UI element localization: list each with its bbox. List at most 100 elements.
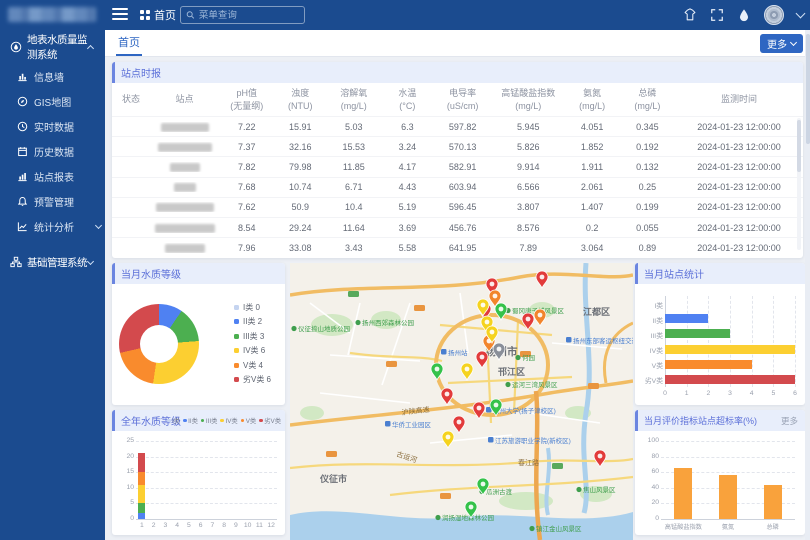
sidebar-group-surface-water-system[interactable]: 地表水质量监测系统 [0,30,105,64]
collapse-menu-icon[interactable] [112,8,128,21]
legend-item[interactable]: IV类 [220,416,237,425]
menu-search-input[interactable] [199,10,299,21]
dashboard-grid-icon [140,10,150,20]
sidebar-item-5[interactable]: 预警管理 [0,189,105,214]
map-label: 邗江区 [498,366,525,377]
legend-item[interactable]: IV类 6 [234,344,271,359]
water-drop-icon[interactable] [737,8,751,22]
cell-value: 33.08 [274,243,326,253]
table-scrollbar[interactable] [797,118,801,250]
sidebar-group-base-management[interactable]: 基础管理系统 [0,245,105,279]
fullscreen-icon[interactable] [710,8,724,22]
hbar-V类 [665,360,752,369]
table-row[interactable]: 7.6810.746.714.43603.946.5662.0610.25202… [112,177,803,197]
sidebar-item-4[interactable]: 站点报表 [0,164,105,189]
user-avatar[interactable] [764,5,784,25]
cell-value: 582.91 [433,162,492,172]
sidebar-item-2[interactable]: 实时数据 [0,114,105,139]
table-row[interactable]: 7.9633.083.435.58641.957.893.0640.892024… [112,237,803,257]
sidebar-item-6[interactable]: 统计分析 [0,214,105,239]
page-scrollbar[interactable] [805,30,810,540]
map-label: 扬州大学(扬子津校区) [493,406,556,415]
park-poi-icon [529,526,534,531]
cell-value: 603.94 [433,182,492,192]
table-row[interactable]: 7.8279.9811.854.17582.919.9141.9110.1322… [112,156,803,176]
tab-bar: 首页 更多 [105,30,810,57]
cell-value: 32.16 [274,142,326,152]
exceed-rate-plot: 020406080100高锰酸盐指数氨氮总磷 [661,441,795,519]
cell-value: 5.19 [381,202,433,212]
water-system-icon [10,41,22,53]
sidebar-item-label: 历史数据 [34,144,105,159]
cell-value: 5.826 [492,142,565,152]
clock-icon [17,121,28,132]
report-icon [17,171,28,182]
cell-value: 0.055 [620,223,675,233]
cell-value: 0.345 [620,122,675,132]
legend-item[interactable]: III类 3 [234,329,271,344]
city-map[interactable]: 扬州市江都区邗江区仪征市仪征捺山地质公园扬州西郊森林公园蜀冈唐子城风景区何园运河… [290,263,633,540]
cell-value: 2024-01-23 12:00:00 [675,142,803,152]
cell-value: 0.25 [620,182,675,192]
legend-item[interactable]: V类 [241,416,257,425]
cell-value: 11.64 [326,223,381,233]
collapse-chevron-up-icon [87,45,94,52]
main-content: 首页 更多 站点时报 状态站点pH值(无量纲)浊度(NTU)溶解氧(mg/L)水… [105,30,810,540]
cell-value: 4.17 [381,162,433,172]
table-row[interactable]: 7.3732.1615.533.24570.135.8261.8520.1922… [112,136,803,156]
rate-bar-高锰酸盐指数 [674,468,692,519]
map-label: 焦山风景区 [583,485,616,494]
chevron-down-icon [790,39,797,46]
sidebar-item-0[interactable]: 信息墙 [0,64,105,89]
site-name-redacted [170,163,200,172]
cell-value: 6.3 [381,122,433,132]
theme-skin-icon[interactable] [683,8,697,22]
sidebar-item-label: 站点报表 [34,169,105,184]
park-poi-icon [355,320,360,325]
monthly-grade-title: 当月水质等级 [121,266,181,281]
hbar-劣V类 [665,375,795,384]
table-row[interactable]: 7.2215.915.036.3597.825.9454.0510.345202… [112,116,803,136]
legend-item[interactable]: II类 2 [234,315,271,330]
legend-item[interactable]: V类 4 [234,358,271,373]
park-poi-icon [435,515,440,520]
topbar-home-link[interactable]: 首页 [140,0,176,30]
more-button[interactable]: 更多 [760,34,803,53]
cell-value: 10.74 [274,182,326,192]
legend-item[interactable]: III类 [201,416,218,425]
legend-item[interactable]: 劣V类 [259,416,281,425]
map-label: 仪征捺山地质公园 [298,324,350,333]
table-header-row: 状态站点pH值(无量纲)浊度(NTU)溶解氧(mg/L)水温(°C)电导率(uS… [112,83,803,116]
sidebar: 地表水质量监测系统 信息墙GIS地图实时数据历史数据站点报表预警管理统计分析 基… [0,30,105,540]
cell-value: 50.9 [274,202,326,212]
station-report-card: 站点时报 状态站点pH值(无量纲)浊度(NTU)溶解氧(mg/L)水温(°C)电… [112,62,803,258]
topbar: 首页 [0,0,810,30]
menu-search-box[interactable] [180,6,305,24]
site-name-redacted [161,123,209,132]
yearly-grade-card: 全年水质等级 I类II类III类IV类V类劣V类 051015202512345… [112,410,285,535]
station-stats-plot: 0123456I类II类III类IV类V类劣V类 [665,296,795,387]
table-row[interactable]: 8.5429.2411.643.69456.768.5760.20.055202… [112,217,803,237]
user-menu-chevron-down-icon[interactable] [796,9,806,19]
table-row[interactable]: 7.6250.910.45.19596.453.8071.4070.199202… [112,197,803,217]
sidebar-item-3[interactable]: 历史数据 [0,139,105,164]
column-header: 高锰酸盐指数(mg/L) [492,87,565,111]
legend-item[interactable]: 劣V类 6 [234,373,271,388]
transit-poi-icon [441,349,447,355]
cell-value: 11.85 [326,162,381,172]
exceed-rate-more-link[interactable]: 更多 [781,415,798,427]
map-label: 扬州西郊森林公园 [362,318,414,327]
legend-item[interactable]: II类 [183,416,198,425]
cell-value: 2024-01-23 12:00:00 [675,223,803,233]
tab-home[interactable]: 首页 [116,30,142,56]
legend-item[interactable]: I类 0 [234,300,271,315]
expand-chevron-down-icon [95,222,102,229]
cell-value: 6.566 [492,182,565,192]
hbar-IV类 [665,345,795,354]
column-header: 溶解氧(mg/L) [326,87,381,111]
map-label: 仪征市 [319,473,347,484]
sidebar-item-1[interactable]: GIS地图 [0,89,105,114]
cell-value: 4.051 [565,122,620,132]
stacked-bar-segment [138,503,145,512]
legend-item[interactable]: I类 [167,416,180,425]
